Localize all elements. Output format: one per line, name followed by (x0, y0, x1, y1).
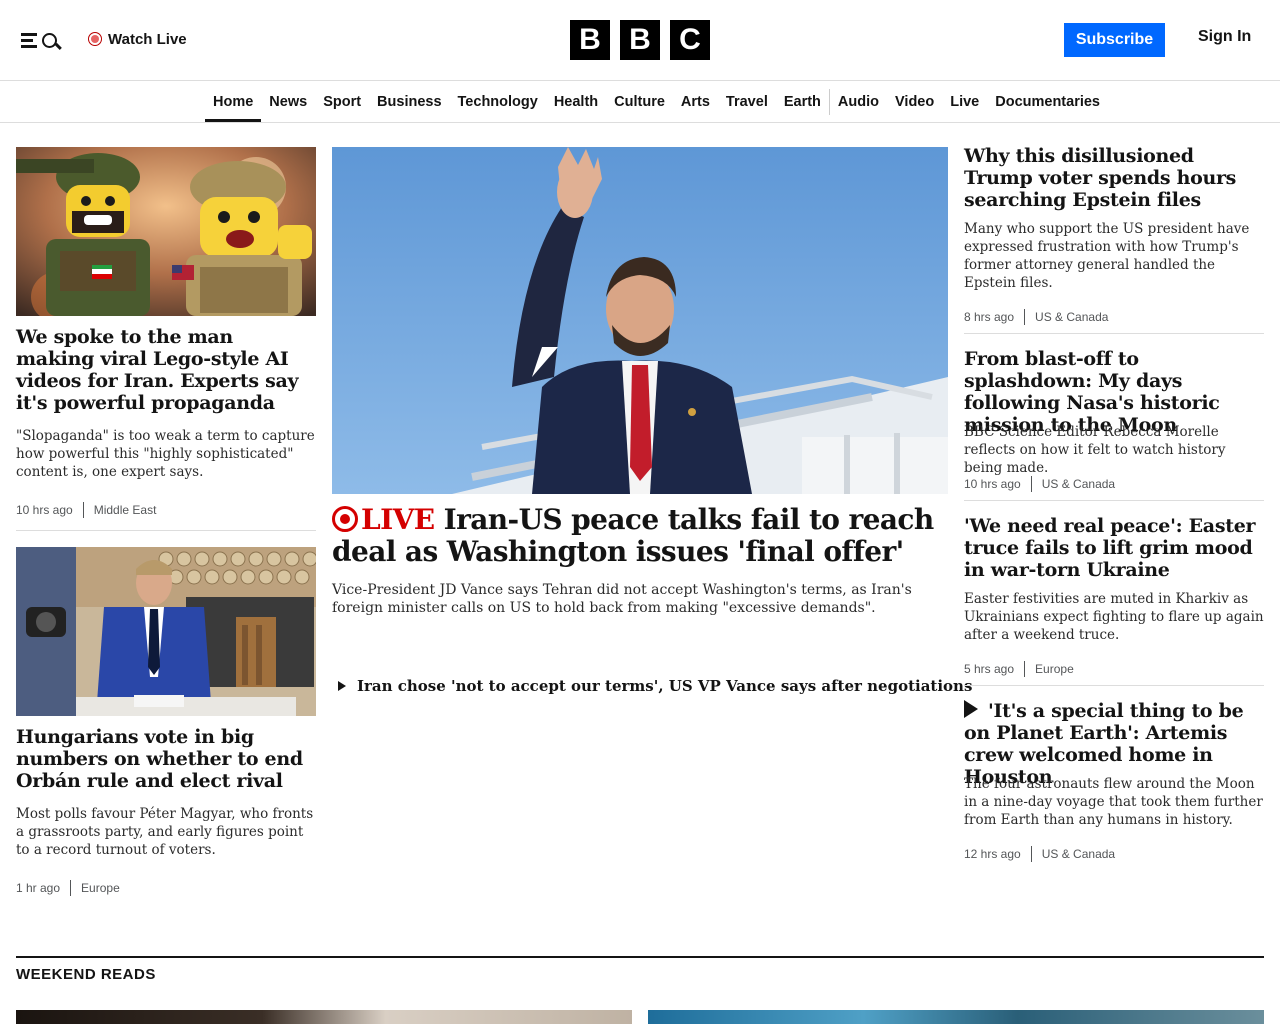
article-time: 1 hr ago (16, 881, 61, 895)
nav-item-sport[interactable]: Sport (315, 81, 369, 122)
lead-summary: Vice-President JD Vance says Tehran did … (332, 582, 912, 616)
nav-item-audio[interactable]: Audio (830, 81, 887, 122)
search-icon (42, 33, 57, 48)
nav-item-arts[interactable]: Arts (673, 81, 718, 122)
section-title: WEEKEND READS (16, 966, 156, 983)
article-summary: Many who support the US president have e… (964, 221, 1250, 291)
article-summary: The four astronauts flew around the Moon… (964, 776, 1263, 828)
article-tag[interactable]: US & Canada (1042, 477, 1115, 491)
lead-image-art (332, 147, 948, 494)
article-tag[interactable]: US & Canada (1042, 847, 1115, 861)
nav-item-business[interactable]: Business (369, 81, 449, 122)
live-icon (332, 506, 358, 532)
play-icon (964, 700, 978, 718)
watch-live-link[interactable]: Watch Live (88, 29, 187, 49)
bbc-logo[interactable]: B B C (570, 20, 710, 60)
search-icon-handle (55, 42, 62, 50)
article-headline[interactable]: Why this disillusioned Trump voter spend… (964, 145, 1264, 211)
related-link[interactable]: Iran chose 'not to accept our terms', US… (338, 677, 972, 695)
live-label: LIVE (332, 503, 435, 536)
nav-item-documentaries[interactable]: Documentaries (987, 81, 1108, 122)
article-meta: 1 hr ago Europe (16, 880, 120, 896)
logo-letter: C (670, 20, 710, 60)
article-tag[interactable]: Europe (81, 881, 120, 895)
nav-item-culture[interactable]: Culture (606, 81, 673, 122)
section-divider (16, 956, 1264, 958)
article-time: 8 hrs ago (964, 310, 1015, 324)
bullet-triangle-icon (338, 681, 346, 691)
article-headline[interactable]: We spoke to the man making viral Lego-st… (16, 326, 316, 414)
lead-story-image[interactable] (332, 147, 948, 494)
watch-live-label: Watch Live (108, 30, 187, 48)
menu-search-button[interactable] (21, 27, 63, 53)
logo-letter: B (620, 20, 660, 60)
divider (964, 500, 1264, 501)
article-tag[interactable]: Europe (1035, 662, 1074, 676)
article-meta: 10 hrs ago US & Canada (964, 476, 1115, 492)
article-meta: 8 hrs ago US & Canada (964, 309, 1108, 325)
lego-ai-video-image[interactable] (16, 147, 316, 316)
menu-icon-bar (21, 39, 33, 42)
nav-item-live[interactable]: Live (942, 81, 987, 122)
nav-item-video[interactable]: Video (887, 81, 942, 122)
article-tag[interactable]: Middle East (94, 503, 157, 517)
divider (964, 685, 1264, 686)
lego-image-art (16, 147, 316, 316)
article-time: 10 hrs ago (964, 477, 1021, 491)
article-time: 5 hrs ago (964, 662, 1015, 676)
primary-nav: Home News Sport Business Technology Heal… (0, 81, 1280, 123)
menu-icon-bar (21, 45, 37, 48)
article-summary: BBC Science Editor Rebecca Morelle refle… (964, 424, 1226, 476)
menu-icon (21, 33, 37, 36)
article-time: 10 hrs ago (16, 503, 73, 517)
related-link-text: Iran chose 'not to accept our terms', US… (357, 677, 973, 695)
article-meta: 10 hrs ago Middle East (16, 502, 156, 518)
masthead: Watch Live B B C Subscribe Sign In (0, 0, 1280, 81)
hungary-image-art (16, 547, 316, 716)
sign-in-link[interactable]: Sign In (1198, 28, 1251, 46)
nav-item-earth[interactable]: Earth (776, 81, 829, 122)
meta-divider (1030, 846, 1032, 862)
logo-letter: B (570, 20, 610, 60)
live-text: LIVE (361, 503, 435, 536)
article-summary: "Slopaganda" is too weak a term to captu… (16, 428, 315, 480)
article-summary: Easter festivities are muted in Kharkiv … (964, 591, 1264, 643)
divider (964, 333, 1264, 334)
article-headline[interactable]: Hungarians vote in big numbers on whethe… (16, 726, 316, 792)
meta-divider (1024, 309, 1026, 325)
nav-item-travel[interactable]: Travel (718, 81, 776, 122)
article-summary: Most polls favour Péter Magyar, who fron… (16, 806, 314, 858)
lead-headline[interactable]: LIVE Iran-US peace talks fail to reach d… (332, 504, 948, 568)
nav-item-news[interactable]: News (261, 81, 315, 122)
article-headline[interactable]: 'We need real peace': Easter truce fails… (964, 515, 1264, 581)
article-tag[interactable]: US & Canada (1035, 310, 1108, 324)
nav-item-health[interactable]: Health (546, 81, 606, 122)
subscribe-button[interactable]: Subscribe (1064, 23, 1165, 57)
divider (16, 530, 316, 531)
nav-item-home[interactable]: Home (205, 81, 262, 122)
meta-divider (1030, 476, 1032, 492)
nav-item-technology[interactable]: Technology (450, 81, 546, 122)
live-dot-icon (88, 32, 102, 46)
hungary-vote-image[interactable] (16, 547, 316, 716)
article-meta: 5 hrs ago Europe (964, 661, 1074, 677)
meta-divider (70, 880, 72, 896)
meta-divider (1024, 661, 1026, 677)
article-time: 12 hrs ago (964, 847, 1021, 861)
weekend-read-image[interactable] (16, 1010, 632, 1024)
weekend-read-image[interactable] (648, 1010, 1264, 1024)
article-meta: 12 hrs ago US & Canada (964, 846, 1115, 862)
meta-divider (82, 502, 84, 518)
